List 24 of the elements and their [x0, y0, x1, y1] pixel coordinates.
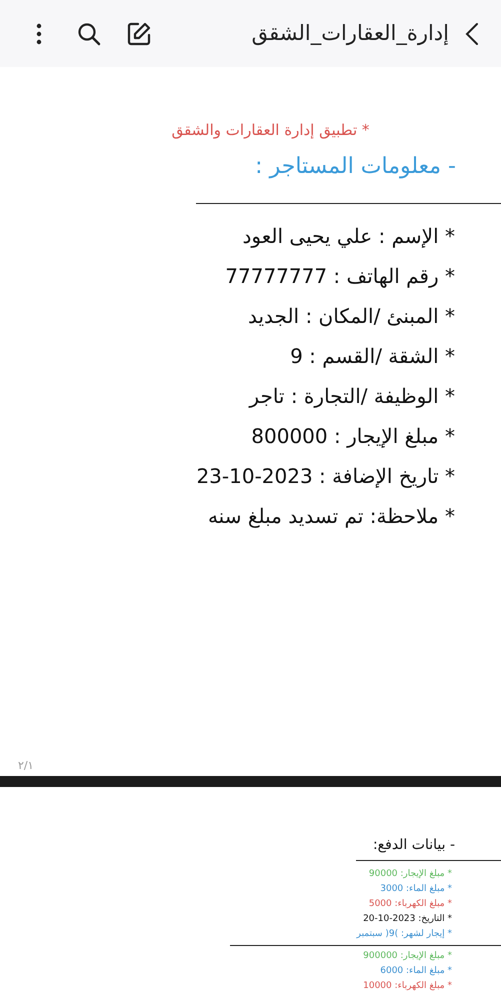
- payment-line: * مبلغ الكهرباء: 5000: [368, 899, 452, 909]
- info-line: * رقم الهاتف : 77777777: [225, 264, 455, 288]
- edit-icon[interactable]: [126, 20, 152, 46]
- payment-line: * مبلغ الإيجار: 90000: [368, 869, 452, 879]
- search-icon[interactable]: [76, 20, 102, 46]
- window-title: إدارة_العقارات_الشقق: [252, 20, 449, 48]
- payment-line: * مبلغ الماء: 3000: [380, 884, 452, 894]
- info-line: * الإسم : علي يحيى العود: [242, 224, 455, 248]
- section-heading: - بيانات الدفع:: [372, 836, 456, 855]
- payment-line: * مبلغ الإيجار: 900000: [363, 951, 452, 961]
- payment-line: * التاريخ: 2023-10-20: [363, 914, 452, 924]
- info-line: * الشقة /القسم : 9: [290, 344, 455, 368]
- section-heading: - معلومات المستاجر :: [254, 152, 457, 180]
- app-title: * تطبيق إدارة العقارات والشقق: [170, 120, 370, 141]
- info-line: * ملاحظة: تم تسديد مبلغ سنه: [208, 504, 455, 528]
- info-line: * المبنئ /المكان : الجديد: [248, 304, 455, 328]
- info-line: * تاريخ الإضافة : 2023-10-23: [196, 464, 455, 488]
- back-icon[interactable]: [465, 22, 479, 46]
- payment-line: * مبلغ الماء: 6000: [380, 966, 452, 976]
- payment-line: * مبلغ الكهرباء: 10000: [363, 981, 452, 991]
- info-line: * الوظيفة /التجارة : تاجر: [249, 384, 455, 408]
- payment-line: * إيجار لشهر: )9( سبتمبر: [356, 929, 452, 939]
- page-number: ٢/١: [18, 758, 34, 774]
- info-line: * مبلغ الإيجار : 800000: [251, 424, 455, 448]
